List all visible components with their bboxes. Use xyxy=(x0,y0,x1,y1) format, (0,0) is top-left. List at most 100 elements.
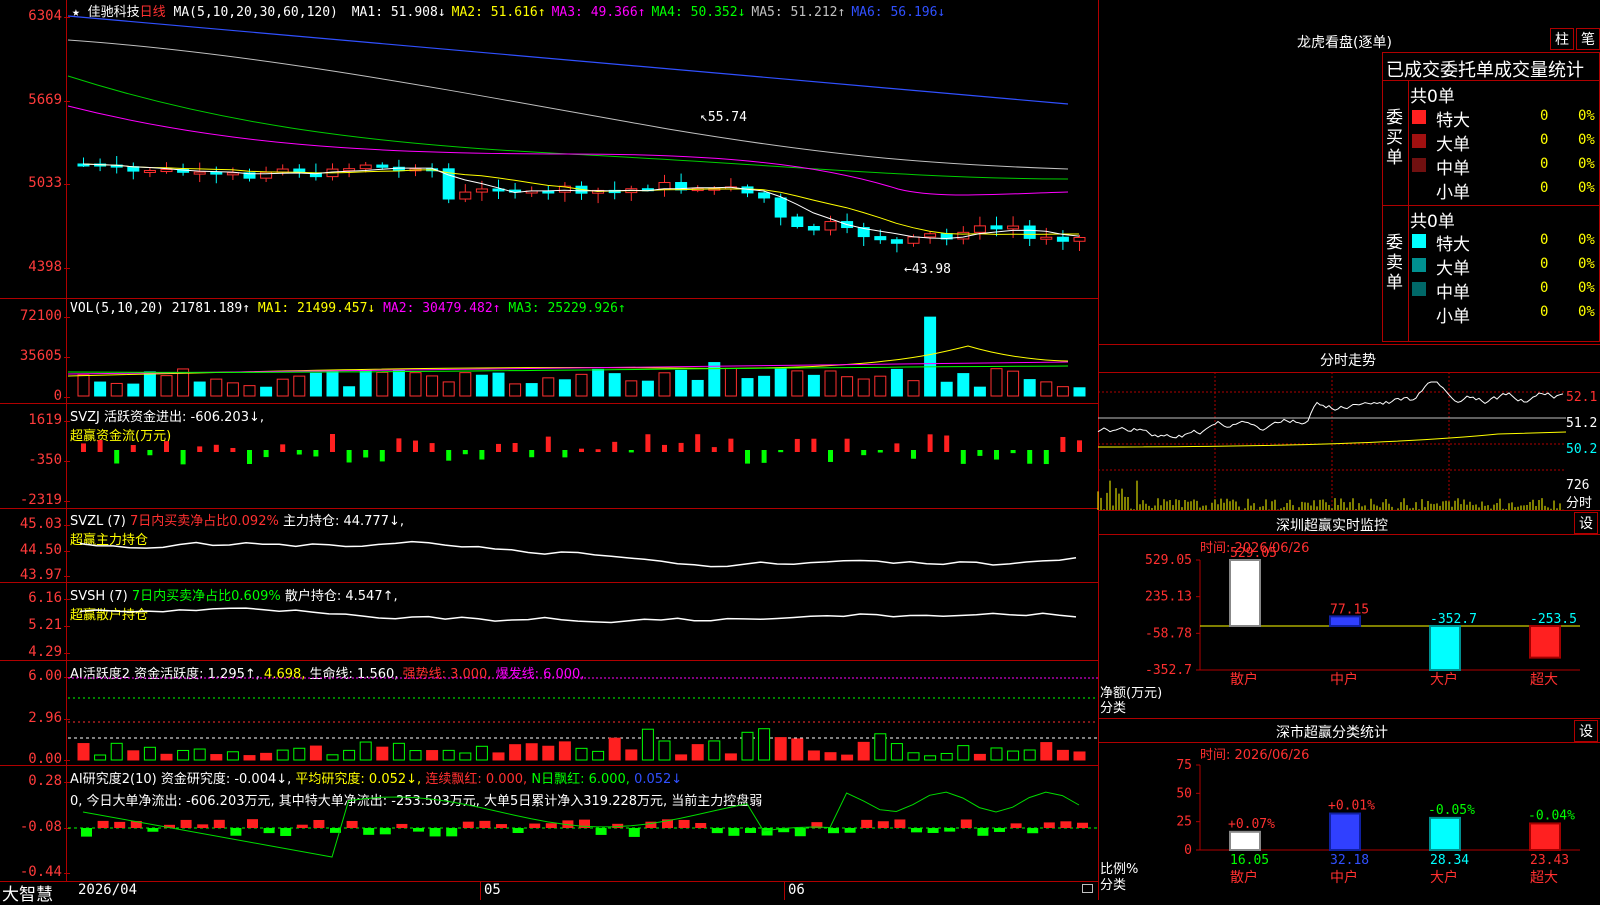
bar-value-label: 32.18 xyxy=(1330,853,1369,868)
candle xyxy=(874,236,887,241)
research-bar xyxy=(944,828,956,832)
volume-bar xyxy=(641,380,654,397)
flow-bar xyxy=(695,434,701,452)
lock-icon[interactable] xyxy=(1082,884,1093,893)
volume-bar xyxy=(376,371,389,397)
bar-delta-label: +0.07% xyxy=(1228,817,1275,832)
ai1-yticks-label: 0.00 xyxy=(28,751,62,767)
volume-bar xyxy=(343,386,356,397)
order-count: 0 xyxy=(1540,108,1549,124)
svsh-chart[interactable] xyxy=(68,586,1098,658)
bar-category-label: 超大 xyxy=(1530,672,1558,688)
activity-bar xyxy=(625,749,638,761)
ai1-chart[interactable] xyxy=(68,672,1098,762)
vol-ma3-line xyxy=(67,365,1069,373)
research-bar xyxy=(794,828,806,837)
ai2-chart[interactable] xyxy=(68,772,1098,872)
volume-bar xyxy=(741,378,754,397)
activity-bar xyxy=(143,746,156,761)
sep-svzj xyxy=(0,508,1098,509)
flow-bar xyxy=(313,450,319,457)
candle xyxy=(1040,236,1053,240)
vol-yticks-label: 72100 xyxy=(19,308,62,324)
ai2-yticks-label: -0.44 xyxy=(19,864,62,880)
order-type-label: 大单 xyxy=(1436,135,1470,155)
research-bar xyxy=(711,828,723,834)
order-count: 0 xyxy=(1540,180,1549,196)
research-bar xyxy=(861,819,873,828)
ma6-line xyxy=(67,15,1069,105)
classify-chart[interactable]: 75 50 25 0 16.05 +0.07% 散户 32.18 +0.01% 中户 28.34 -0… xyxy=(1140,758,1580,900)
flow-bar xyxy=(1077,440,1082,452)
k-yticks-label: 5669 xyxy=(28,92,62,108)
volume-bar xyxy=(758,375,771,397)
date-label-0: 2026/04 xyxy=(78,882,138,898)
date-divider-05 xyxy=(480,882,481,900)
volume-bar xyxy=(542,377,555,397)
research-bar xyxy=(1043,822,1055,828)
activity-bar xyxy=(658,740,671,761)
candle xyxy=(160,169,173,173)
volume-bar xyxy=(708,362,721,397)
candle xyxy=(1023,225,1036,239)
kline-chart[interactable] xyxy=(67,14,1098,284)
legend-square xyxy=(1412,110,1426,124)
ai2-yticks-label: -0.08 xyxy=(19,819,62,835)
activity-bar xyxy=(343,749,356,761)
bar-中户 xyxy=(1329,615,1361,627)
candle xyxy=(907,236,920,244)
tick-view-button[interactable]: 笔 xyxy=(1576,28,1600,50)
bar-大户 xyxy=(1429,816,1461,851)
flow-bar xyxy=(230,447,236,452)
activity-bar xyxy=(841,754,854,761)
research-bar xyxy=(678,819,690,828)
intraday-chart[interactable] xyxy=(1097,372,1567,510)
bar-散户 xyxy=(1229,830,1261,851)
research-bar xyxy=(977,828,989,836)
svzl-yticks-label: 43.97 xyxy=(19,567,62,583)
column-view-button[interactable]: 柱 xyxy=(1550,28,1574,50)
volume-bar xyxy=(1023,379,1036,397)
bar-value-label: -352.7 xyxy=(1430,612,1477,627)
activity-bar xyxy=(1023,749,1036,761)
volume-bar xyxy=(940,381,953,397)
order-count: 0 xyxy=(1540,280,1549,296)
flow-bar xyxy=(794,438,800,452)
activity-bar xyxy=(226,751,239,761)
research-bar xyxy=(844,828,856,833)
flow-bar xyxy=(612,441,618,452)
classify-cat-label: 分类 xyxy=(1100,878,1127,893)
lhkp-side-sep xyxy=(1408,80,1409,342)
volume-bar xyxy=(326,370,339,397)
classify-settings-button[interactable]: 设 xyxy=(1574,720,1598,742)
volume-bar xyxy=(973,386,986,397)
ai1-yticks-label: 6.00 xyxy=(28,668,62,684)
candle xyxy=(1056,236,1069,242)
volume-chart[interactable] xyxy=(67,316,1098,398)
k-yticks-label: 6304 xyxy=(28,8,62,24)
candle xyxy=(924,233,937,238)
volume-bar xyxy=(924,316,937,397)
monitor-chart[interactable]: 529.05 235.13 -58.78 -352.7 529.05 散户 77.15 中户 -… xyxy=(1140,546,1580,705)
activity-bar xyxy=(741,731,754,761)
svzl-yticks-label: 45.03 xyxy=(19,516,62,532)
flow-bar xyxy=(861,450,867,456)
order-type-label: 特大 xyxy=(1436,111,1470,131)
bar-category-label: 中户 xyxy=(1330,671,1358,688)
volume-bar xyxy=(442,381,455,397)
research-bar xyxy=(197,824,209,828)
flow-bar xyxy=(213,444,219,452)
svzl-chart[interactable] xyxy=(68,514,1098,580)
activity-bar xyxy=(110,742,123,761)
monitor-settings-button[interactable]: 设 xyxy=(1574,512,1598,534)
candle xyxy=(376,164,389,168)
bar-value-label: 28.34 xyxy=(1430,853,1469,868)
svzj-chart[interactable] xyxy=(68,412,1098,502)
activity-bar xyxy=(459,752,472,761)
sep-fenshi xyxy=(1098,510,1600,511)
activity-bar xyxy=(260,752,273,761)
volume-bar xyxy=(990,368,1003,397)
legend-square xyxy=(1412,258,1426,272)
flow-bar xyxy=(645,434,651,452)
activity-bar xyxy=(542,745,555,761)
